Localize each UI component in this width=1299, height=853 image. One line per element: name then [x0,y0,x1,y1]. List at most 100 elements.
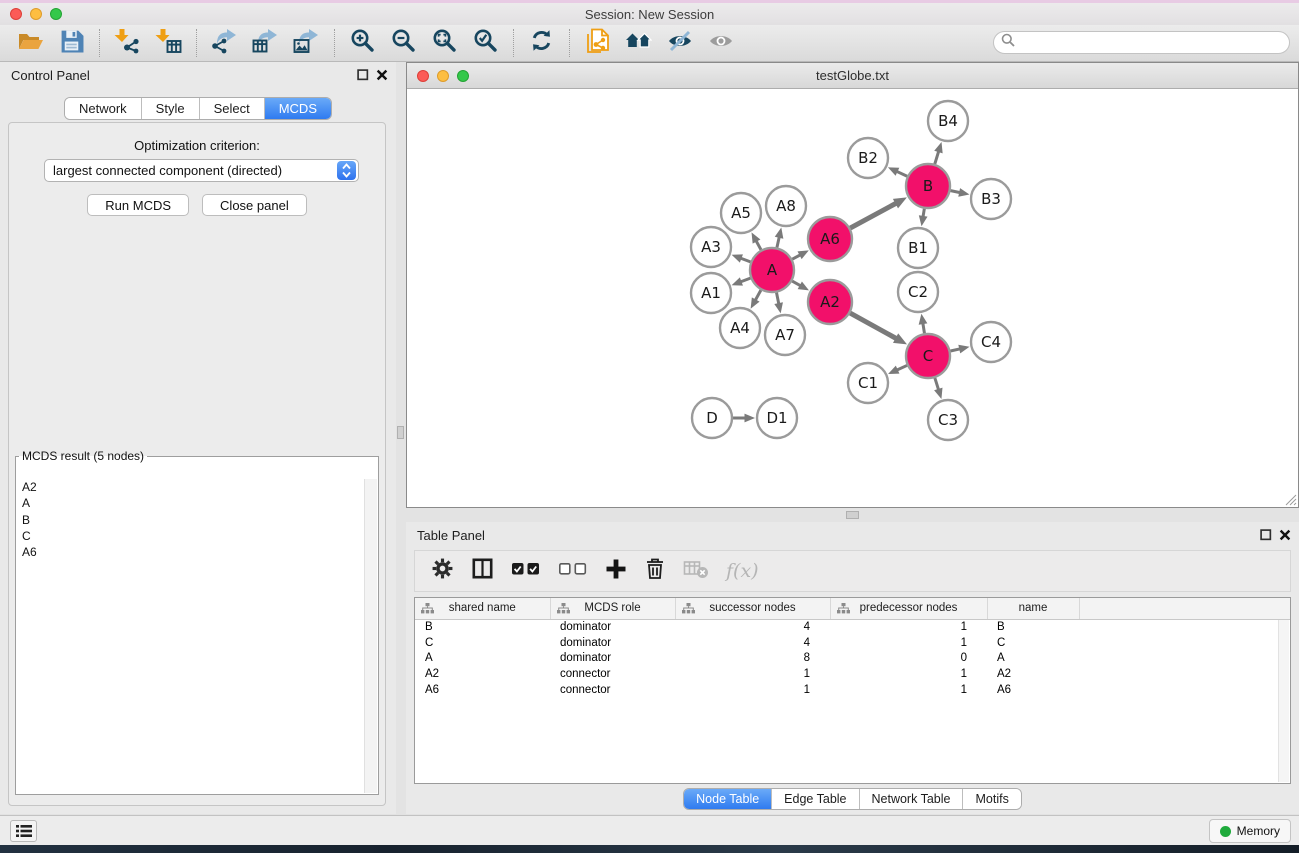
table-cell[interactable]: 4 [675,635,830,651]
table-row[interactable]: A6connector11A6 [415,682,1290,698]
table-cell[interactable]: 1 [830,682,987,698]
edge-A-A3[interactable] [732,254,751,262]
export-image-button[interactable] [286,27,327,59]
edge-A-A2[interactable] [792,281,809,290]
run-mcds-button[interactable]: Run MCDS [87,194,189,216]
tab-style[interactable]: Style [141,98,199,119]
delete-table-button[interactable] [683,558,709,585]
node-A1[interactable]: A1 [691,273,731,313]
edge-A-A6[interactable] [792,250,809,259]
tab-select[interactable]: Select [199,98,264,119]
mcds-result-item[interactable]: B [22,512,362,528]
table-cell[interactable]: A6 [415,682,550,698]
delete-row-button[interactable] [644,557,666,585]
table-cell[interactable]: A6 [987,682,1079,698]
console-button[interactable] [10,820,37,842]
table-cell[interactable]: connector [550,682,675,698]
table-cell[interactable]: dominator [550,619,675,635]
table-scrollbar[interactable] [1278,620,1289,782]
node-B1[interactable]: B1 [898,228,938,268]
node-A[interactable]: A [750,248,794,292]
splitter-handle-icon[interactable] [397,426,404,439]
optimization-dropdown[interactable]: largest connected component (directed) [44,159,359,182]
column-header-successor-nodes[interactable]: successor nodes [675,598,830,619]
mcds-result-item[interactable]: A [22,495,362,511]
table-cell[interactable]: 1 [675,666,830,682]
import-network-button[interactable] [107,27,148,59]
result-scrollbar[interactable] [364,479,377,793]
node-A8[interactable]: A8 [766,186,806,226]
node-B[interactable]: B [906,164,950,208]
select-all-button[interactable] [511,560,541,582]
edge-B-B3[interactable] [951,188,970,197]
zoom-selected-button[interactable] [465,27,506,59]
table-row[interactable]: Bdominator41B [415,619,1290,635]
edge-D-D1[interactable] [733,414,755,423]
edge-A-A1[interactable] [732,277,751,285]
splitter-handle-icon[interactable] [846,511,859,519]
network-window-titlebar[interactable]: testGlobe.txt [407,63,1298,89]
tab-motifs[interactable]: Motifs [962,789,1020,809]
table-row[interactable]: A2connector11A2 [415,666,1290,682]
zoom-out-button[interactable] [383,27,424,59]
edge-C-C1[interactable] [888,365,907,374]
network-canvas[interactable]: B4B2BB3A5A8A6B1A3AA1C2A2A4A7C4CC1DD1C3 [407,89,1298,507]
table-cell[interactable]: 1 [830,666,987,682]
edge-C-C3[interactable] [934,378,942,399]
column-header-name[interactable]: name [987,598,1079,619]
zoom-fit-button[interactable] [424,27,465,59]
column-header-mcds-role[interactable]: MCDS role [550,598,675,619]
float-panel-icon[interactable] [357,69,369,81]
column-header-shared-name[interactable]: shared name [415,598,550,619]
settings-gear-button[interactable] [431,557,454,585]
resize-grip-icon[interactable] [1284,493,1297,506]
node-B2[interactable]: B2 [848,138,888,178]
tab-network-table[interactable]: Network Table [859,789,963,809]
node-C3[interactable]: C3 [928,400,968,440]
import-table-button[interactable] [148,27,189,59]
hide-selected-button[interactable] [659,27,700,59]
table-cell[interactable]: 4 [675,619,830,635]
node-D1[interactable]: D1 [757,398,797,438]
show-all-button[interactable] [700,27,741,59]
horizontal-splitter[interactable] [406,508,1299,522]
edge-A-A4[interactable] [751,290,761,309]
node-A6[interactable]: A6 [808,217,852,261]
edge-A-A7[interactable] [774,293,783,314]
search-box[interactable] [993,31,1290,54]
close-panel-button[interactable]: Close panel [202,194,307,216]
deselect-all-button[interactable] [558,560,588,582]
table-cell[interactable]: 1 [830,619,987,635]
table-cell[interactable]: 1 [830,635,987,651]
table-cell[interactable]: 8 [675,651,830,667]
search-input[interactable] [1019,34,1289,52]
node-C2[interactable]: C2 [898,272,938,312]
tab-network[interactable]: Network [65,98,141,119]
table-cell[interactable]: 1 [675,682,830,698]
tab-edge-table[interactable]: Edge Table [771,789,858,809]
table-row[interactable]: Adominator80A [415,651,1290,667]
mcds-result-item[interactable]: C [22,528,362,544]
node-B3[interactable]: B3 [971,179,1011,219]
mcds-result-list[interactable]: A2ABCA6 [19,479,362,792]
table-cell[interactable]: dominator [550,651,675,667]
node-B4[interactable]: B4 [928,101,968,141]
table-row[interactable]: Cdominator41C [415,635,1290,651]
table-cell[interactable]: B [415,619,550,635]
node-A4[interactable]: A4 [720,308,760,348]
table-cell[interactable]: C [415,635,550,651]
edge-A2-C[interactable] [850,313,907,344]
node-C4[interactable]: C4 [971,322,1011,362]
node-A3[interactable]: A3 [691,227,731,267]
vertical-splitter[interactable] [396,62,406,814]
edge-C-C4[interactable] [950,345,969,354]
add-row-button[interactable] [605,558,627,585]
column-header-predecessor-nodes[interactable]: predecessor nodes [830,598,987,619]
node-A7[interactable]: A7 [765,315,805,355]
export-network-button[interactable] [204,27,245,59]
table-cell[interactable]: connector [550,666,675,682]
table-cell[interactable]: A [415,651,550,667]
fx-button[interactable]: f(x) [726,560,759,582]
table-cell[interactable]: 0 [830,651,987,667]
node-A5[interactable]: A5 [721,193,761,233]
